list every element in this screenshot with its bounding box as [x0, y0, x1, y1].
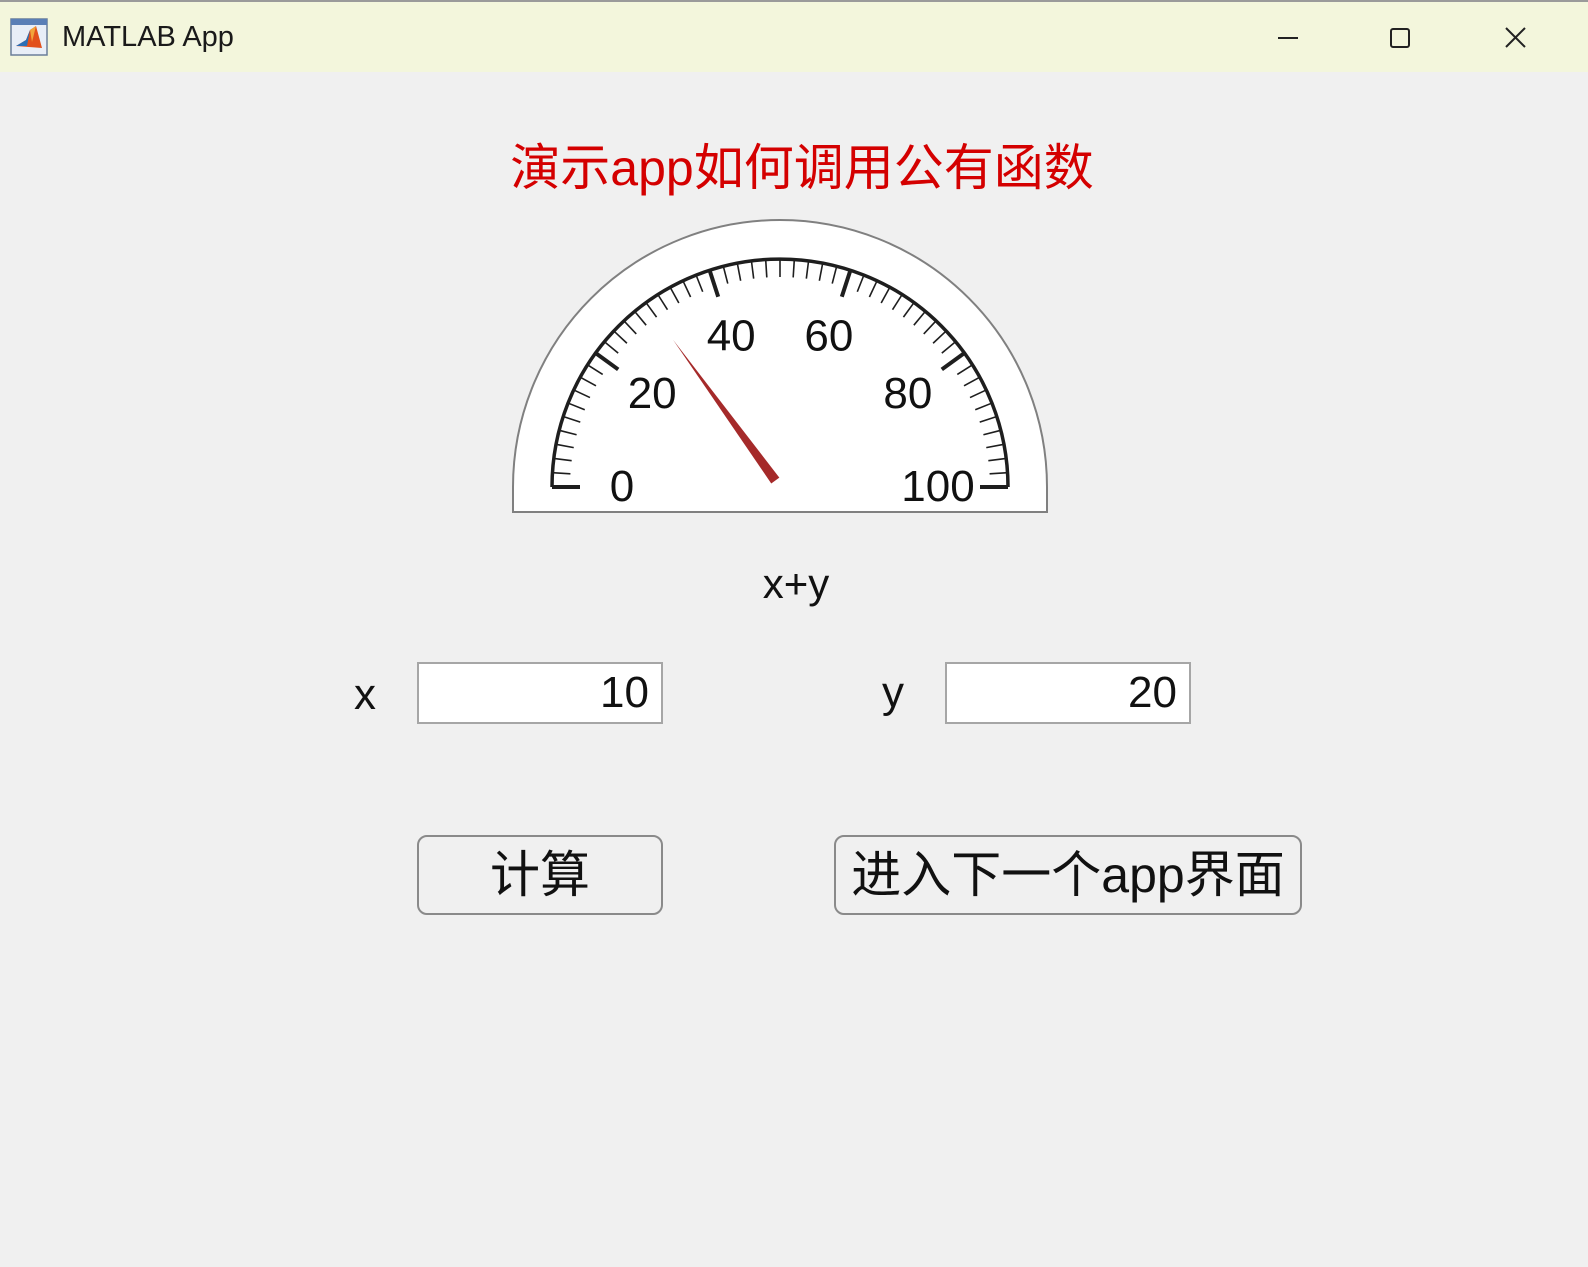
gauge-tick-label: 20	[628, 369, 677, 418]
window-title: MATLAB App	[62, 21, 234, 53]
y-label: y	[882, 668, 904, 717]
gauge-minor-tick	[989, 471, 1008, 475]
gauge-label: x+y	[762, 560, 830, 607]
close-icon[interactable]	[1505, 14, 1561, 62]
x-label: x	[354, 670, 376, 719]
gauge-minor-tick	[552, 471, 571, 475]
semicircular-gauge: 0 20 40 60 80 100	[512, 219, 1048, 513]
gauge-minor-tick	[792, 259, 796, 278]
y-input[interactable]: 20	[945, 662, 1191, 724]
gauge-minor-tick	[764, 259, 768, 278]
maximize-icon[interactable]	[1390, 14, 1446, 62]
gauge-tick-label: 100	[901, 462, 974, 511]
calculate-button[interactable]: 计算	[417, 835, 663, 915]
minimize-icon[interactable]	[1274, 14, 1330, 62]
x-input[interactable]: 10	[417, 662, 663, 724]
gauge-tick-label: 0	[610, 462, 634, 511]
title-bar: MATLAB App	[0, 0, 1588, 72]
matlab-logo-icon	[10, 18, 48, 56]
gauge-tick-label: 80	[883, 369, 932, 418]
gauge-tick-label: 40	[707, 312, 756, 361]
next-app-button[interactable]: 进入下一个app界面	[834, 835, 1302, 915]
gauge-tick-label: 60	[804, 312, 853, 361]
page-title: 演示app如何调用公有函数	[510, 140, 1094, 196]
